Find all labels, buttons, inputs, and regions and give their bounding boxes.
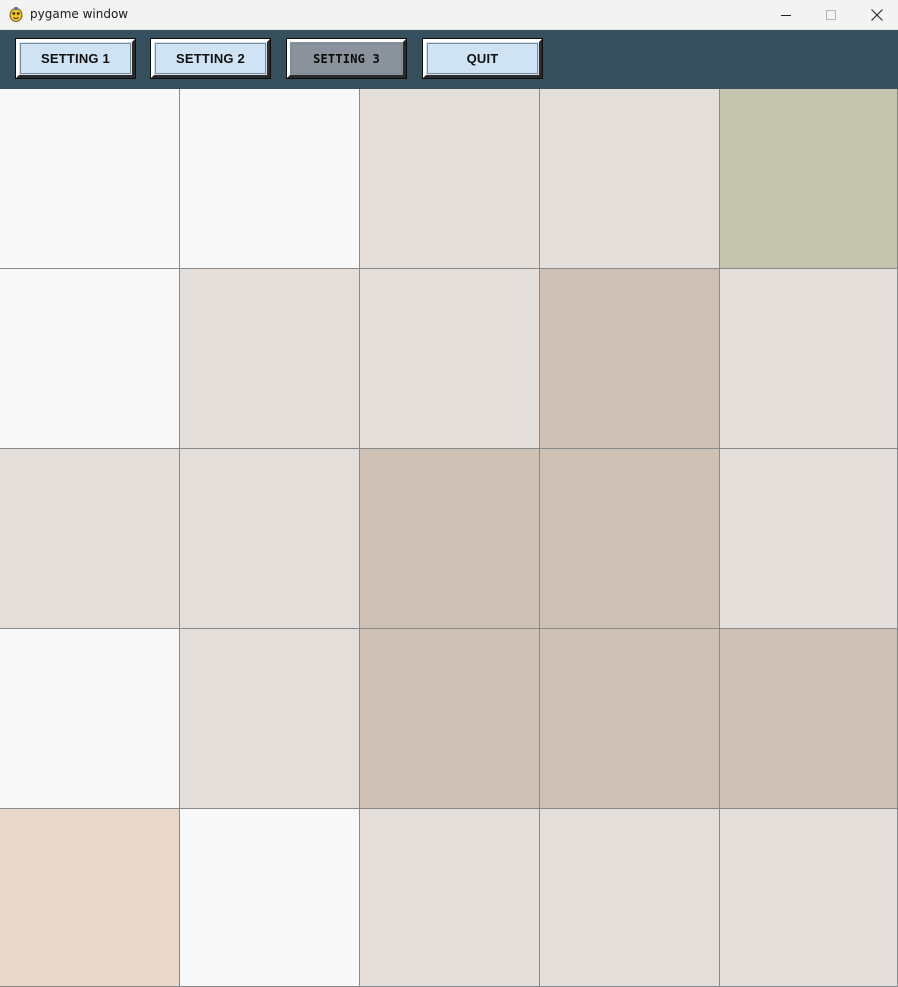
game-board (0, 89, 898, 987)
title-bar[interactable]: pygame window (0, 0, 898, 30)
pygame-snake-icon (9, 7, 23, 22)
close-button[interactable] (854, 0, 898, 29)
board-tile-r5-c3[interactable] (360, 809, 540, 987)
board-tile-r2-c3[interactable] (360, 269, 540, 449)
board-tile-r4-c2[interactable] (180, 629, 360, 809)
board-tile-r2-c2[interactable] (180, 269, 360, 449)
quit-label: QUIT (466, 51, 499, 66)
maximize-button[interactable] (808, 0, 854, 29)
board-tile-r5-c1[interactable] (0, 809, 180, 987)
setting-1-label: SETTING 1 (41, 51, 110, 66)
board-tile-r1-c1[interactable] (0, 89, 180, 269)
setting-3-label: SETTING 3 (313, 51, 380, 66)
board-tile-r3-c4[interactable] (540, 449, 720, 629)
board-tile-r4-c3[interactable] (360, 629, 540, 809)
maximize-icon (826, 9, 836, 20)
board-tile-r4-c1[interactable] (0, 629, 180, 809)
minimize-icon (781, 14, 791, 16)
board-tile-r4-c4[interactable] (540, 629, 720, 809)
setting-3-button[interactable]: SETTING 3 (286, 38, 407, 79)
quit-button[interactable]: QUIT (422, 38, 543, 79)
board-tile-r5-c5[interactable] (720, 809, 898, 987)
board-tile-r3-c3[interactable] (360, 449, 540, 629)
close-icon (871, 8, 883, 21)
board-tile-r1-c4[interactable] (540, 89, 720, 269)
minimize-button[interactable] (763, 0, 809, 29)
setting-2-label: SETTING 2 (176, 51, 245, 66)
setting-1-button[interactable]: SETTING 1 (15, 38, 136, 79)
board-tile-r3-c5[interactable] (720, 449, 898, 629)
board-tile-r4-c5[interactable] (720, 629, 898, 809)
board-tile-r3-c1[interactable] (0, 449, 180, 629)
board-tile-r2-c1[interactable] (0, 269, 180, 449)
pygame-window: pygame window SETTING 1 SETTING 2 SETTIN… (0, 0, 898, 987)
window-title: pygame window (30, 7, 129, 21)
setting-2-button[interactable]: SETTING 2 (150, 38, 271, 79)
board-tile-r1-c3[interactable] (360, 89, 540, 269)
board-tile-r1-c2[interactable] (180, 89, 360, 269)
board-tile-r5-c4[interactable] (540, 809, 720, 987)
settings-toolbar: SETTING 1 SETTING 2 SETTING 3 QUIT (0, 30, 898, 89)
board-tile-r2-c4[interactable] (540, 269, 720, 449)
board-tile-r5-c2[interactable] (180, 809, 360, 987)
board-tile-r1-c5[interactable] (720, 89, 898, 269)
board-tile-r2-c5[interactable] (720, 269, 898, 449)
board-tile-r3-c2[interactable] (180, 449, 360, 629)
